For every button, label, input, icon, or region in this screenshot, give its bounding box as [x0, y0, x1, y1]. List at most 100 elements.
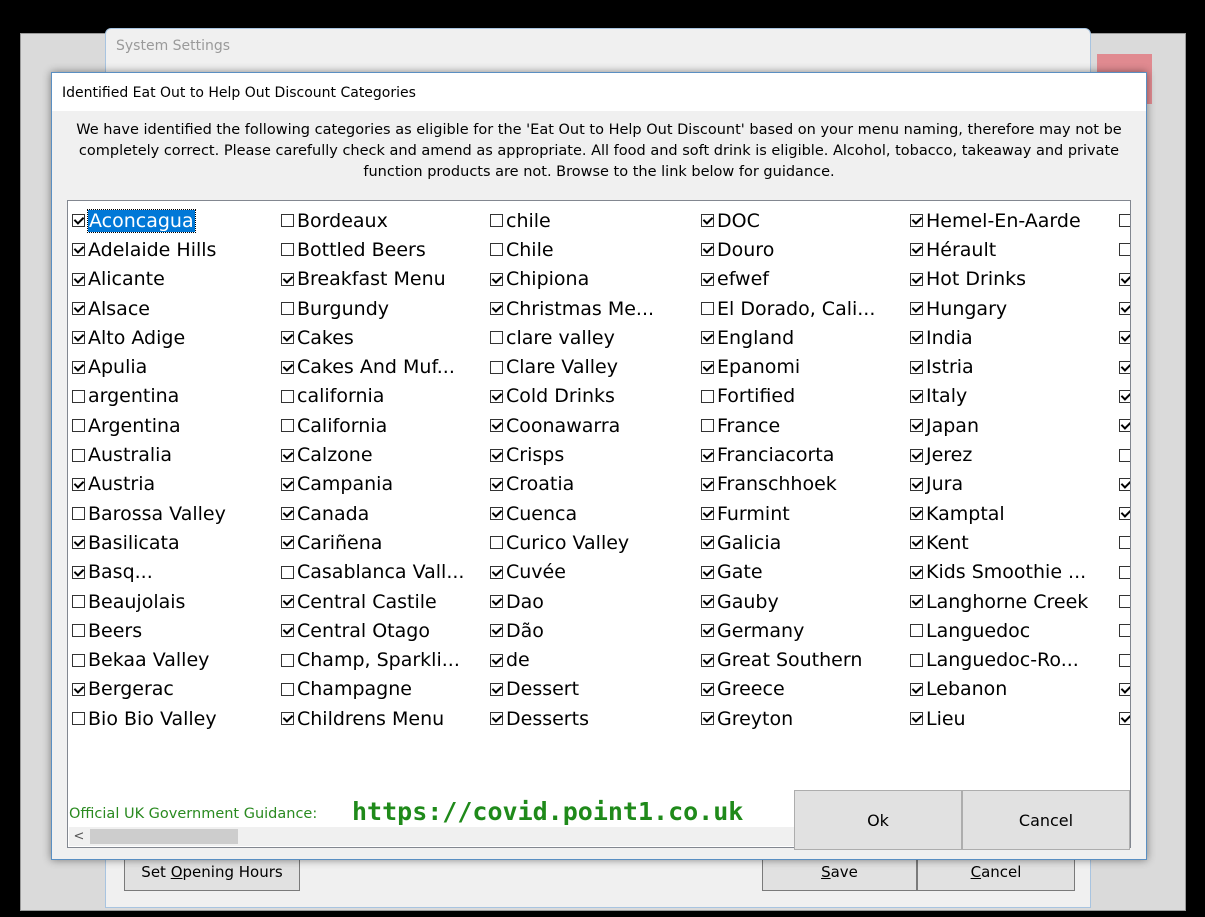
category-item[interactable]: El Dorado, Cali...: [701, 294, 916, 323]
category-checkbox[interactable]: [72, 272, 85, 286]
category-item[interactable]: Campania: [281, 470, 496, 499]
category-item[interactable]: Hérault: [910, 235, 1125, 264]
category-item[interactable]: Epanomi: [701, 352, 916, 381]
category-checkbox[interactable]: [72, 243, 85, 257]
category-checkbox[interactable]: [72, 653, 85, 667]
category-checkbox[interactable]: [72, 565, 85, 579]
category-item[interactable]: Gauby: [701, 587, 916, 616]
category-item[interactable]: Breakfast Menu: [281, 265, 496, 294]
category-item[interactable]: Cakes: [281, 323, 496, 352]
category-checkbox[interactable]: [72, 302, 85, 316]
category-item[interactable]: Kids Smoothie ...: [910, 558, 1125, 587]
category-checkbox[interactable]: [72, 624, 85, 638]
category-checkbox[interactable]: [72, 712, 85, 726]
category-item[interactable]: DOC: [701, 206, 916, 235]
category-item[interactable]: Central Otago: [281, 616, 496, 645]
category-item[interactable]: Alto Adige: [72, 323, 287, 352]
category-item[interactable]: Japan: [910, 411, 1125, 440]
category-item[interactable]: Basq...: [72, 558, 287, 587]
scrollbar-thumb[interactable]: [90, 829, 238, 844]
category-checkbox[interactable]: [72, 477, 85, 491]
category-item[interactable]: Apulia: [72, 352, 287, 381]
category-item[interactable]: Austria: [72, 470, 287, 499]
category-checkbox[interactable]: [72, 360, 85, 374]
category-item[interactable]: Bottled Beers: [281, 235, 496, 264]
category-item[interactable]: Christmas Me...: [490, 294, 705, 323]
category-item[interactable]: Cold Drinks: [490, 382, 705, 411]
category-checkbox[interactable]: [72, 507, 85, 521]
category-item[interactable]: Furmint: [701, 499, 916, 528]
category-item[interactable]: Jura: [910, 470, 1125, 499]
category-item[interactable]: Barossa Valley: [72, 499, 287, 528]
category-checkbox[interactable]: [72, 682, 85, 696]
category-item[interactable]: Kamptal: [910, 499, 1125, 528]
category-item[interactable]: Gate: [701, 558, 916, 587]
category-item[interactable]: Bekaa Valley: [72, 645, 287, 674]
category-item[interactable]: Beaujolais: [72, 587, 287, 616]
category-item[interactable]: Alsace: [72, 294, 287, 323]
category-item[interactable]: Lieu: [910, 704, 1125, 733]
category-item[interactable]: Clare Valley: [490, 352, 705, 381]
category-item[interactable]: Australia: [72, 440, 287, 469]
category-item[interactable]: Central Castile: [281, 587, 496, 616]
category-item[interactable]: Cakes And Muf...: [281, 352, 496, 381]
category-item[interactable]: Germany: [701, 616, 916, 645]
category-item[interactable]: Greyton: [701, 704, 916, 733]
category-item[interactable]: Lebanon: [910, 675, 1125, 704]
ok-button[interactable]: Ok: [794, 790, 962, 850]
category-item[interactable]: England: [701, 323, 916, 352]
category-item[interactable]: Languedoc: [910, 616, 1125, 645]
category-item[interactable]: Istria: [910, 352, 1125, 381]
category-item[interactable]: Childrens Menu: [281, 704, 496, 733]
category-item[interactable]: Canada: [281, 499, 496, 528]
category-item[interactable]: France: [701, 411, 916, 440]
category-item[interactable]: Croatia: [490, 470, 705, 499]
category-item[interactable]: Aconcagua: [72, 206, 287, 235]
category-checkbox[interactable]: [72, 331, 85, 345]
category-item[interactable]: Great Southern: [701, 645, 916, 674]
category-item[interactable]: Calzone: [281, 440, 496, 469]
category-checkbox[interactable]: [72, 389, 85, 403]
category-item[interactable]: Coonawarra: [490, 411, 705, 440]
category-item[interactable]: Cuvée: [490, 558, 705, 587]
category-item[interactable]: Bio Bio Valley: [72, 704, 287, 733]
category-item[interactable]: Jerez: [910, 440, 1125, 469]
category-item[interactable]: India: [910, 323, 1125, 352]
category-item[interactable]: Desserts: [490, 704, 705, 733]
category-item[interactable]: Langhorne Creek: [910, 587, 1125, 616]
category-item[interactable]: Champ, Sparkli...: [281, 645, 496, 674]
category-item[interactable]: Argentina: [72, 411, 287, 440]
category-item[interactable]: Franciacorta: [701, 440, 916, 469]
category-item[interactable]: Bergerac: [72, 675, 287, 704]
category-item[interactable]: Alicante: [72, 265, 287, 294]
category-item[interactable]: argentina: [72, 382, 287, 411]
category-checklist[interactable]: Hemel-En-Aarde Hérault Hot Drinks Hungary In…: [67, 200, 1131, 848]
category-item[interactable]: Douro: [701, 235, 916, 264]
category-checkbox[interactable]: [72, 595, 85, 608]
category-item[interactable]: Basilicata: [72, 528, 287, 557]
category-item[interactable]: Hemel-En-Aarde: [910, 206, 1125, 235]
category-item[interactable]: Crisps: [490, 440, 705, 469]
category-item[interactable]: Cariñena: [281, 528, 496, 557]
category-item[interactable]: Fortified: [701, 382, 916, 411]
category-item[interactable]: Dão: [490, 616, 705, 645]
category-item[interactable]: efwef: [701, 265, 916, 294]
category-item[interactable]: clare valley: [490, 323, 705, 352]
category-item[interactable]: Kent: [910, 528, 1125, 557]
guidance-link[interactable]: https://covid.point1.co.uk: [352, 797, 743, 826]
category-item[interactable]: Casablanca Vall...: [281, 558, 496, 587]
cancel-button[interactable]: Cancel: [962, 790, 1130, 850]
category-item[interactable]: Italy: [910, 382, 1125, 411]
category-item[interactable]: Burgundy: [281, 294, 496, 323]
category-item[interactable]: Chile: [490, 235, 705, 264]
category-item[interactable]: Hot Drinks: [910, 265, 1125, 294]
category-item[interactable]: Hungary: [910, 294, 1125, 323]
category-item[interactable]: Languedoc-Ro...: [910, 645, 1125, 674]
category-item[interactable]: Champagne: [281, 675, 496, 704]
scroll-left-arrow[interactable]: <: [69, 827, 89, 846]
category-item[interactable]: Chipiona: [490, 265, 705, 294]
category-item[interactable]: Adelaide Hills: [72, 235, 287, 264]
category-item[interactable]: Curico Valley: [490, 528, 705, 557]
category-item[interactable]: California: [281, 411, 496, 440]
category-item[interactable]: Galicia: [701, 528, 916, 557]
